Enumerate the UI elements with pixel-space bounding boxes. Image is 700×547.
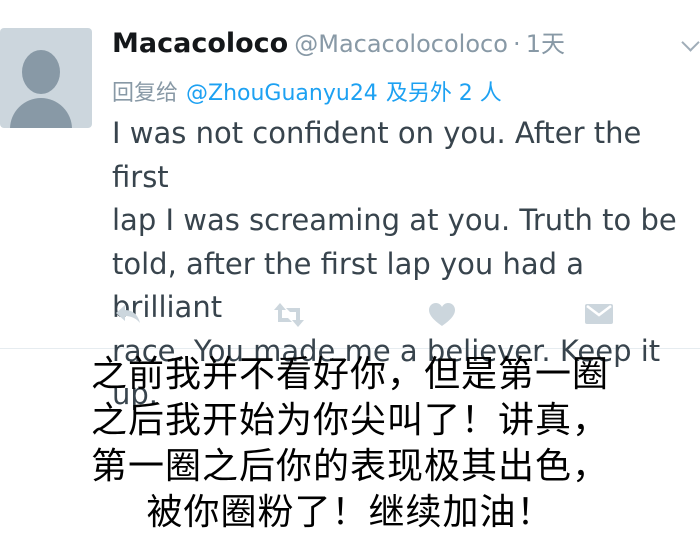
- user-handle[interactable]: @Macacolocoloco: [294, 30, 508, 58]
- reply-icon[interactable]: [114, 302, 142, 326]
- timestamp[interactable]: 1天: [526, 30, 565, 58]
- separator-dot: ·: [512, 30, 521, 58]
- avatar[interactable]: [0, 28, 92, 128]
- chevron-down-icon[interactable]: [681, 33, 700, 52]
- direct-message-icon[interactable]: [584, 302, 614, 326]
- reply-others-link[interactable]: 及另外 2 人: [386, 81, 502, 106]
- tweet-actions: [112, 298, 622, 334]
- reply-context: 回复给 @ZhouGuanyu24 及另外 2 人: [112, 75, 502, 107]
- like-heart-icon[interactable]: [428, 302, 456, 328]
- display-name[interactable]: Macacoloco: [112, 28, 288, 59]
- retweet-icon[interactable]: [272, 302, 306, 328]
- tweet-card: Macacoloco @Macacolocoloco · 1天 回复给 @ZhouG…: [0, 0, 700, 411]
- reply-prefix: 回复给: [112, 81, 179, 106]
- translation-caption: 之前我并不看好你，但是第一圈 之后我开始为你尖叫了！讲真， 第一圈之后你的表现极…: [90, 354, 609, 533]
- avatar-placeholder-body: [10, 98, 72, 128]
- avatar-placeholder-head: [22, 50, 60, 94]
- tweet-header: Macacoloco @Macacolocoloco · 1天: [112, 24, 565, 59]
- reply-to-link[interactable]: @ZhouGuanyu24: [186, 81, 378, 106]
